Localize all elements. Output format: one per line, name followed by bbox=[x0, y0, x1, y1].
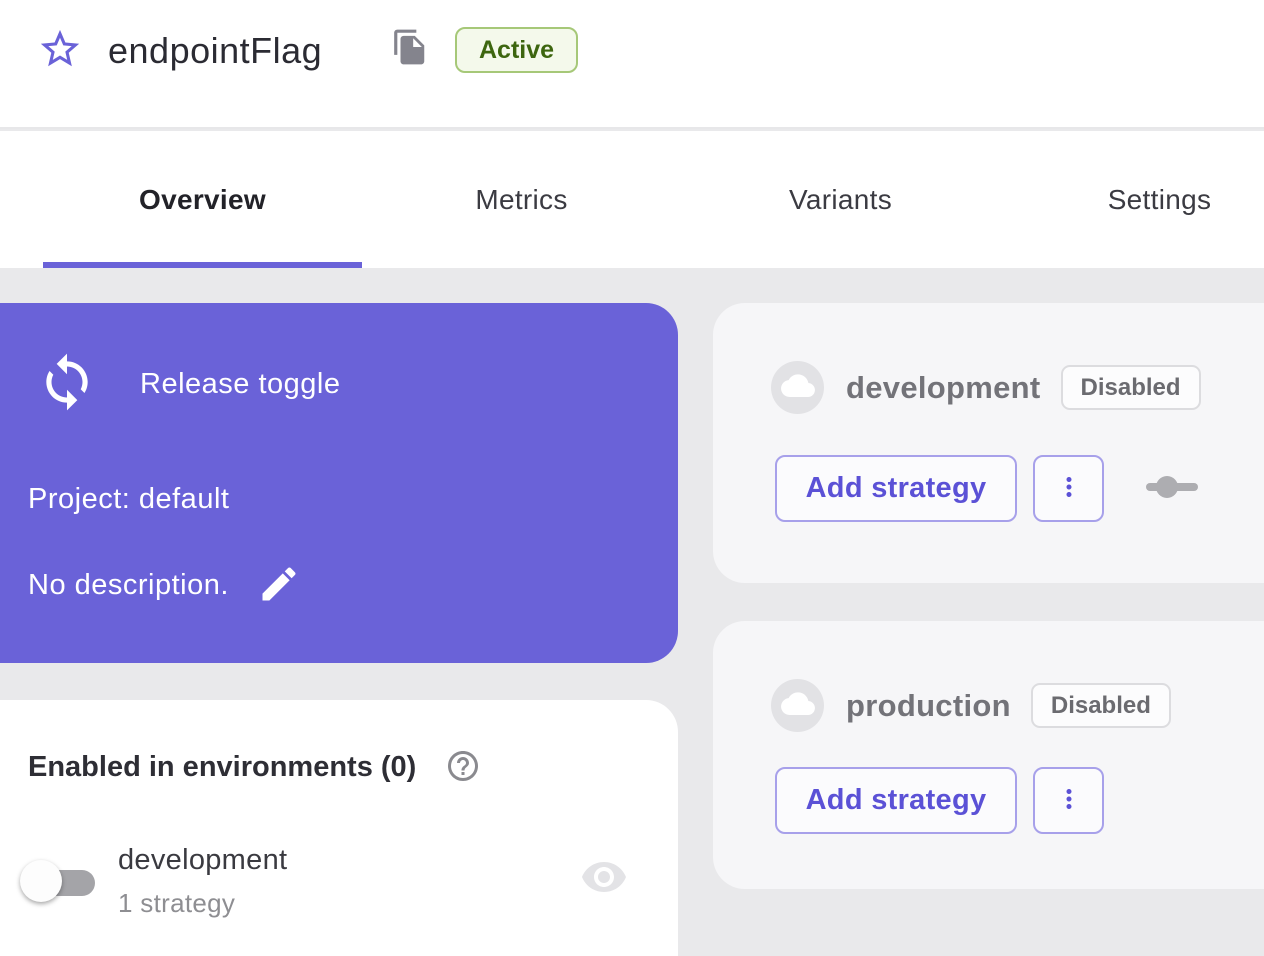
environment-card-name: production bbox=[846, 688, 1011, 724]
visibility-button[interactable] bbox=[578, 856, 630, 900]
pencil-icon bbox=[257, 562, 301, 609]
environment-card-development: development Disabled Add strategy bbox=[713, 303, 1264, 583]
cloud-icon bbox=[781, 373, 815, 402]
copy-icon bbox=[391, 28, 429, 69]
environment-menu-button[interactable] bbox=[1033, 455, 1104, 522]
flag-type-row: Release toggle bbox=[36, 351, 340, 418]
status-badge: Active bbox=[455, 27, 578, 73]
copy-name-button[interactable] bbox=[389, 27, 431, 69]
page-title: endpointFlag bbox=[108, 30, 322, 72]
tab-bar: Overview Metrics Variants Settings bbox=[0, 131, 1264, 268]
flag-type-label: Release toggle bbox=[140, 368, 340, 401]
flag-project-label: Project: default bbox=[28, 483, 229, 516]
edit-description-button[interactable] bbox=[255, 561, 303, 609]
add-strategy-button[interactable]: Add strategy bbox=[775, 767, 1017, 834]
enabled-environments-heading-row: Enabled in environments (0) bbox=[28, 748, 482, 786]
flag-description-label: No description. bbox=[28, 569, 229, 602]
overview-content: Release toggle Project: default No descr… bbox=[0, 268, 1264, 956]
environment-card-production: production Disabled Add strategy bbox=[713, 621, 1264, 889]
kebab-menu-icon bbox=[1054, 472, 1084, 505]
tab-list: Overview Metrics Variants Settings bbox=[43, 131, 1264, 268]
strategy-slider-handle[interactable] bbox=[1144, 474, 1200, 504]
environment-strategy-count: 1 strategy bbox=[118, 888, 235, 919]
development-toggle-switch[interactable] bbox=[18, 858, 98, 908]
environment-card-actions: Add strategy bbox=[775, 767, 1104, 834]
tab-overview[interactable]: Overview bbox=[43, 131, 362, 268]
tab-settings[interactable]: Settings bbox=[1000, 131, 1264, 268]
avatar bbox=[771, 361, 824, 414]
environment-status-badge: Disabled bbox=[1061, 365, 1201, 410]
environment-card-header: production Disabled bbox=[771, 679, 1171, 732]
help-button[interactable] bbox=[444, 748, 482, 786]
star-icon bbox=[37, 26, 83, 75]
enabled-environments-panel: Enabled in environments (0) development … bbox=[0, 700, 678, 956]
flag-header: endpointFlag Active bbox=[0, 0, 1264, 129]
question-circle-icon bbox=[445, 748, 481, 787]
favorite-button[interactable] bbox=[36, 26, 84, 74]
environment-card-header: development Disabled bbox=[771, 361, 1201, 414]
environment-menu-button[interactable] bbox=[1033, 767, 1104, 834]
sync-arrows-icon bbox=[36, 351, 98, 418]
flag-description-row: No description. bbox=[28, 561, 303, 609]
avatar bbox=[771, 679, 824, 732]
kebab-menu-icon bbox=[1054, 784, 1084, 817]
flag-info-card: Release toggle Project: default No descr… bbox=[0, 303, 678, 663]
switch-thumb bbox=[20, 860, 62, 902]
cloud-icon bbox=[781, 691, 815, 720]
environment-row-development: development 1 strategy bbox=[0, 838, 678, 928]
tab-metrics[interactable]: Metrics bbox=[362, 131, 681, 268]
slider-icon bbox=[1145, 474, 1199, 503]
feature-flag-page: endpointFlag Active Overview Metrics Var… bbox=[0, 0, 1264, 956]
environment-name: development bbox=[118, 844, 287, 877]
tab-variants[interactable]: Variants bbox=[681, 131, 1000, 268]
eye-icon bbox=[580, 859, 628, 898]
environment-card-name: development bbox=[846, 370, 1041, 406]
environment-card-actions: Add strategy bbox=[775, 455, 1200, 522]
environment-status-badge: Disabled bbox=[1031, 683, 1171, 728]
enabled-environments-heading: Enabled in environments (0) bbox=[28, 751, 416, 784]
add-strategy-button[interactable]: Add strategy bbox=[775, 455, 1017, 522]
